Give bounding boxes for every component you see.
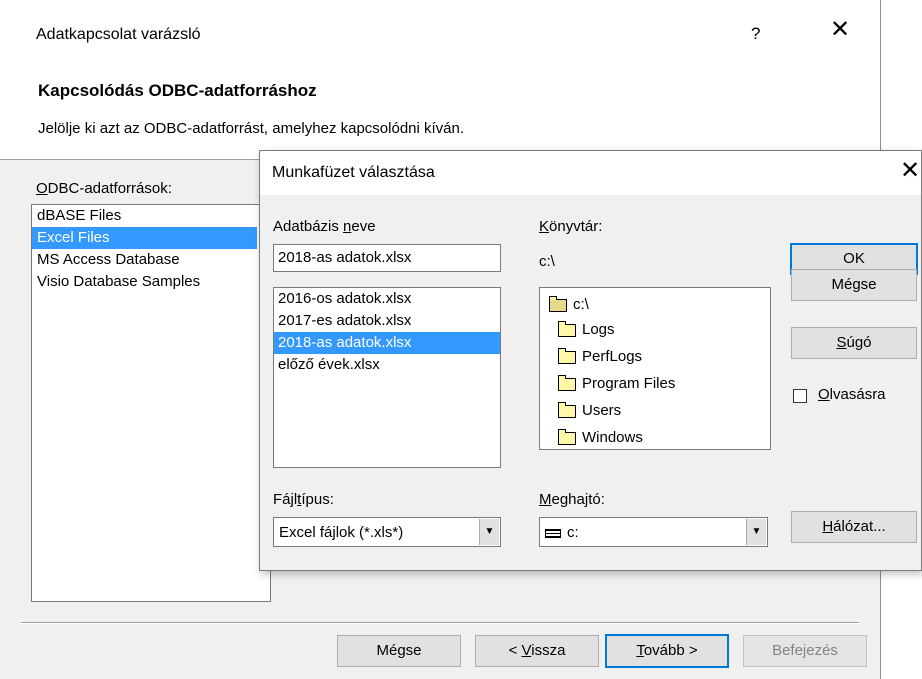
directory-root-item[interactable]: c:\ xyxy=(549,294,770,316)
wizard-title: Adatkapcsolat varázsló xyxy=(36,26,201,43)
readonly-label-text: lvasásra xyxy=(829,386,886,403)
file-list-item[interactable]: 2017-es adatok.xlsx xyxy=(274,310,500,332)
wizard-header: Adatkapcsolat varázsló ? ✕ Kapcsolódás O… xyxy=(0,0,880,160)
back-button-prefix: < xyxy=(508,642,522,659)
back-button[interactable]: < Vissza xyxy=(475,635,599,667)
finish-button[interactable]: Befejezés xyxy=(743,635,867,667)
workbook-dialog-title: Munkafüzet választása xyxy=(272,164,435,181)
workbook-dialog-close-icon[interactable]: ✕ xyxy=(900,159,920,183)
readonly-checkbox[interactable] xyxy=(793,389,807,403)
directory-item-label: Program Files xyxy=(582,375,676,392)
database-name-label: Adatbázis neve xyxy=(273,218,376,235)
help-button-label: úgó xyxy=(846,334,872,351)
file-type-label-a: Fájl xyxy=(273,491,298,508)
folder-icon xyxy=(558,374,576,391)
folder-icon xyxy=(558,428,576,445)
directory-label: Könyvtár: xyxy=(539,218,602,235)
wizard-close-icon[interactable]: ✕ xyxy=(830,18,850,42)
odbc-sources-label-text: DBC-adatforrások: xyxy=(47,180,172,197)
database-name-label-a: Adatbázis xyxy=(273,218,344,235)
wizard-heading: Kapcsolódás ODBC-adatforráshoz xyxy=(38,81,317,100)
drive-label-text: eghajtó: xyxy=(551,491,605,508)
file-type-label: Fájltípus: xyxy=(273,491,334,508)
odbc-source-item[interactable]: MS Access Database xyxy=(32,249,270,271)
directory-item-label: Windows xyxy=(582,429,643,446)
odbc-source-item[interactable]: Visio Database Samples xyxy=(32,271,270,293)
folder-icon xyxy=(558,401,576,418)
help-button[interactable]: Súgó xyxy=(791,327,917,359)
file-type-label-b: ípus: xyxy=(301,491,334,508)
directory-label-hotkey: K xyxy=(539,218,550,235)
next-button-label: ovább > xyxy=(643,642,698,659)
back-button-hotkey: V xyxy=(521,642,532,659)
file-list[interactable]: 2016-os adatok.xlsx 2017-es adatok.xlsx … xyxy=(273,287,501,468)
next-button[interactable]: Tovább > xyxy=(605,634,729,668)
drive-icon xyxy=(545,528,561,538)
wizard-cancel-button[interactable]: Mégse xyxy=(337,635,461,667)
directory-item[interactable]: Logs xyxy=(549,316,770,343)
help-button-hotkey: S xyxy=(836,334,847,351)
directory-tree[interactable]: c:\ Logs PerfLogs Program Files Users Wi… xyxy=(539,287,771,450)
odbc-source-item-selected[interactable]: Excel Files xyxy=(32,227,257,249)
current-directory-path: c:\ xyxy=(539,253,555,270)
wizard-description: Jelölje ki azt az ODBC-adatforrást, amel… xyxy=(38,120,465,137)
wizard-separator xyxy=(21,622,859,624)
workbook-cancel-button[interactable]: Mégse xyxy=(791,269,917,301)
drive-label: Meghajtó: xyxy=(539,491,605,508)
file-list-item-selected[interactable]: 2018-as adatok.xlsx xyxy=(274,332,500,354)
odbc-sources-list[interactable]: dBASE Files Excel Files MS Access Databa… xyxy=(31,204,271,602)
file-type-select[interactable]: Excel fájlok (*.xls*) ▼ xyxy=(273,517,501,547)
file-list-item[interactable]: előző évek.xlsx xyxy=(274,354,500,376)
directory-label-text: önyvtár: xyxy=(549,218,603,235)
next-button-hotkey: T xyxy=(636,642,644,659)
odbc-sources-label-hotkey: O xyxy=(36,180,48,197)
drive-select[interactable]: c: ▼ xyxy=(539,517,768,547)
directory-item[interactable]: PerfLogs xyxy=(549,343,770,370)
chevron-down-icon[interactable]: ▼ xyxy=(746,519,766,545)
directory-item-label: Users xyxy=(582,402,622,419)
directory-item[interactable]: Users xyxy=(549,397,770,424)
odbc-source-item[interactable]: dBASE Files xyxy=(32,205,270,227)
network-button-hotkey: H xyxy=(822,518,834,535)
database-name-input[interactable]: 2018-as adatok.xlsx xyxy=(273,244,501,272)
file-list-item[interactable]: 2016-os adatok.xlsx xyxy=(274,288,500,310)
odbc-sources-label: ODBC-adatforrások: xyxy=(36,180,172,197)
drive-value-text: c: xyxy=(567,524,579,541)
directory-item[interactable]: Program Files xyxy=(549,370,770,397)
folder-icon xyxy=(558,320,576,337)
readonly-label[interactable]: Olvasásra xyxy=(818,386,886,403)
help-button[interactable]: ? xyxy=(751,24,760,44)
open-folder-icon xyxy=(549,295,567,312)
file-type-value: Excel fájlok (*.xls*) xyxy=(279,524,404,541)
drive-value: c: xyxy=(545,524,579,541)
directory-root-label: c:\ xyxy=(573,296,589,313)
drive-label-hotkey: M xyxy=(539,491,552,508)
directory-item[interactable]: Windows xyxy=(549,424,770,451)
chevron-down-icon[interactable]: ▼ xyxy=(479,519,499,545)
back-button-label: issza xyxy=(531,642,566,659)
directory-item-label: PerfLogs xyxy=(582,348,643,365)
database-name-label-b: eve xyxy=(351,218,376,235)
folder-icon xyxy=(558,347,576,364)
select-workbook-dialog: Munkafüzet választása ✕ Adatbázis neve 2… xyxy=(259,150,922,571)
network-button-label: álózat... xyxy=(833,518,886,535)
network-button[interactable]: Hálózat... xyxy=(791,511,917,543)
directory-item-label: Logs xyxy=(582,321,615,338)
workbook-dialog-titlebar: Munkafüzet választása ✕ xyxy=(260,151,921,195)
readonly-label-hotkey: O xyxy=(818,386,830,403)
